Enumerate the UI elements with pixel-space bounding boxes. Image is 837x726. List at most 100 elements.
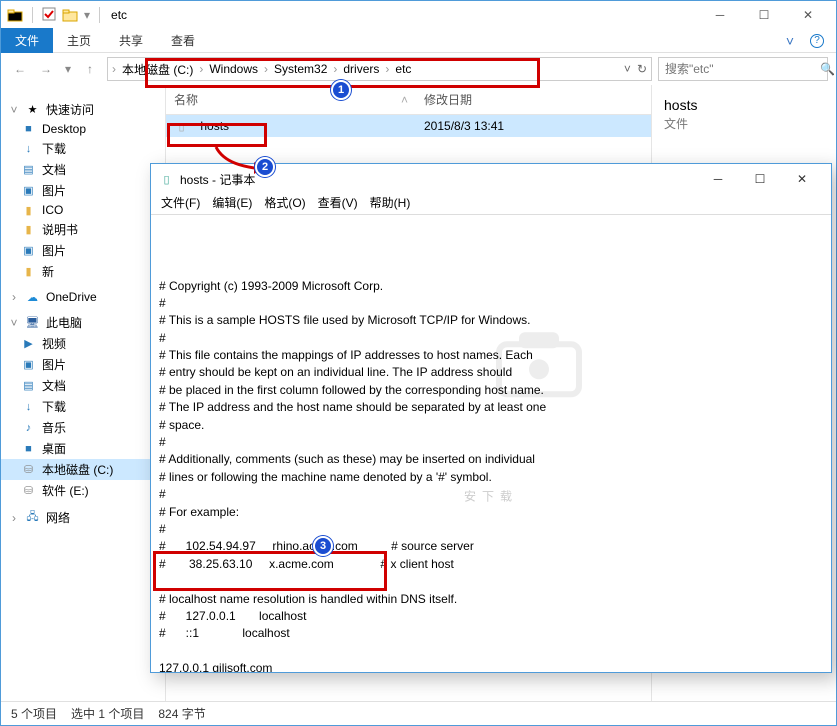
sidebar-item[interactable]: ▤文档 (1, 159, 165, 180)
breadcrumb-item[interactable]: Windows (206, 60, 261, 78)
search-input[interactable] (665, 62, 820, 76)
notepad-titlebar: ▯ hosts - 记事本 ─ ☐ ✕ (151, 164, 831, 194)
maximize-button[interactable]: ☐ (742, 1, 786, 29)
sidebar-item-drive-e[interactable]: ⛁软件 (E:) (1, 480, 165, 501)
chevron-right-icon: › (264, 62, 268, 76)
sidebar-item[interactable]: ▣图片 (1, 180, 165, 201)
quick-access-toolbar: ▾ (7, 7, 103, 24)
picture-icon: ▣ (21, 358, 36, 372)
chevron-right-icon: › (199, 62, 203, 76)
folder-icon: ▮ (21, 223, 36, 237)
sidebar-network[interactable]: ›🖧网络 (1, 507, 165, 528)
sidebar-item[interactable]: ▮新 (1, 261, 165, 282)
tab-home[interactable]: 主页 (53, 28, 105, 53)
breadcrumb-item[interactable]: drivers (340, 60, 382, 78)
folder-icon[interactable] (62, 8, 78, 22)
close-button[interactable]: ✕ (781, 165, 823, 193)
refresh-icon[interactable]: ↻ (637, 62, 647, 76)
nav-back-button[interactable]: ← (9, 58, 31, 80)
sort-asc-icon: ˄ (401, 93, 408, 107)
close-button[interactable]: ✕ (786, 1, 830, 29)
file-date: 2015/8/3 13:41 (416, 117, 651, 135)
chevron-right-icon[interactable]: › (112, 62, 116, 76)
picture-icon: ▣ (21, 184, 36, 198)
file-icon: ▯ (174, 119, 189, 133)
video-icon: ▶ (21, 337, 36, 351)
nav-history-dropdown[interactable]: ▾ (61, 58, 75, 80)
column-date[interactable]: 修改日期 (416, 89, 651, 110)
network-icon: 🖧 (25, 511, 40, 525)
file-row[interactable]: ▯ hosts 2015/8/3 13:41 (166, 115, 651, 137)
menu-file[interactable]: 文件(F) (161, 194, 200, 214)
menu-help[interactable]: 帮助(H) (370, 194, 411, 214)
breadcrumb-item[interactable]: System32 (271, 60, 330, 78)
sidebar-item-drive-c[interactable]: ⛁本地磁盘 (C:) (1, 459, 165, 480)
notepad-icon: ▯ (159, 172, 174, 186)
sidebar-this-pc[interactable]: ˅🖥此电脑 (1, 312, 165, 333)
notepad-content: # Copyright (c) 1993-2009 Microsoft Corp… (159, 278, 823, 672)
music-icon: ♪ (21, 421, 36, 435)
navigation-pane: ˅★快速访问 ■Desktop ↓下载 ▤文档 ▣图片 ▮ICO ▮说明书 ▣图… (1, 85, 166, 701)
desktop-icon: ■ (21, 122, 36, 136)
notepad-window: ▯ hosts - 记事本 ─ ☐ ✕ 文件(F) 编辑(E) 格式(O) 查看… (150, 163, 832, 673)
status-size: 824 字节 (158, 705, 205, 722)
ribbon-tabs: 文件 主页 共享 查看 ˅ ? (1, 29, 836, 53)
maximize-button[interactable]: ☐ (739, 165, 781, 193)
nav-forward-button[interactable]: → (35, 58, 57, 80)
picture-icon: ▣ (21, 244, 36, 258)
ribbon-expand-icon[interactable]: ˅ (786, 33, 794, 49)
sidebar-item[interactable]: ↓下载 (1, 138, 165, 159)
notepad-text-area[interactable]: 安下载 # Copyright (c) 1993-2009 Microsoft … (151, 214, 831, 672)
breadcrumb: › 本地磁盘 (C:) › Windows › System32 › drive… (112, 59, 620, 80)
sidebar-item[interactable]: ▣图片 (1, 240, 165, 261)
status-bar: 5 个项目 选中 1 个项目 824 字节 (1, 701, 836, 725)
nav-up-button[interactable]: ↑ (79, 58, 101, 80)
document-icon: ▤ (21, 163, 36, 177)
column-name[interactable]: 名称˄ (166, 89, 416, 110)
sidebar-item[interactable]: ▮说明书 (1, 219, 165, 240)
chevron-right-icon: › (333, 62, 337, 76)
minimize-button[interactable]: ─ (697, 165, 739, 193)
folder-icon (7, 8, 23, 22)
sidebar-onedrive[interactable]: ›☁OneDrive (1, 288, 165, 306)
sidebar-item[interactable]: ■Desktop (1, 120, 165, 138)
pc-icon: 🖥 (25, 316, 40, 330)
chevron-right-icon: › (385, 62, 389, 76)
notepad-title: hosts - 记事本 (180, 171, 697, 188)
minimize-button[interactable]: ─ (698, 1, 742, 29)
search-box[interactable]: 🔍 (658, 57, 828, 81)
search-icon[interactable]: 🔍 (820, 62, 835, 76)
address-dropdown-icon[interactable]: ˅ (624, 62, 631, 76)
sidebar-item[interactable]: ▮ICO (1, 201, 165, 219)
help-icon[interactable]: ? (810, 34, 824, 48)
address-bar-row: ← → ▾ ↑ › 本地磁盘 (C:) › Windows › System32… (1, 53, 836, 85)
folder-icon: ▮ (21, 203, 36, 217)
preview-filename: hosts (664, 97, 824, 113)
menu-format[interactable]: 格式(O) (264, 194, 305, 214)
menu-edit[interactable]: 编辑(E) (212, 194, 252, 214)
sidebar-item[interactable]: ♪音乐 (1, 417, 165, 438)
menu-view[interactable]: 查看(V) (318, 194, 358, 214)
onedrive-icon: ☁ (25, 290, 40, 304)
drive-icon: ⛁ (21, 484, 36, 498)
folder-icon: ▮ (21, 265, 36, 279)
sidebar-item[interactable]: ▣图片 (1, 354, 165, 375)
star-icon: ★ (25, 103, 40, 117)
tab-share[interactable]: 共享 (105, 28, 157, 53)
qat-dropdown-icon[interactable]: ▾ (84, 8, 90, 22)
tab-file[interactable]: 文件 (1, 28, 53, 53)
preview-filetype: 文件 (664, 115, 824, 132)
document-icon: ▤ (21, 379, 36, 393)
column-headers: 名称˄ 修改日期 (166, 85, 651, 115)
sidebar-item[interactable]: ▤文档 (1, 375, 165, 396)
download-icon: ↓ (21, 400, 36, 414)
tab-view[interactable]: 查看 (157, 28, 209, 53)
sidebar-item[interactable]: ■桌面 (1, 438, 165, 459)
sidebar-item[interactable]: ▶视频 (1, 333, 165, 354)
breadcrumb-item[interactable]: etc (392, 60, 414, 78)
address-bar[interactable]: › 本地磁盘 (C:) › Windows › System32 › drive… (107, 57, 652, 81)
breadcrumb-item[interactable]: 本地磁盘 (C:) (119, 59, 196, 80)
sidebar-quick-access[interactable]: ˅★快速访问 (1, 99, 165, 120)
checkbox-icon[interactable] (42, 7, 56, 24)
sidebar-item[interactable]: ↓下载 (1, 396, 165, 417)
